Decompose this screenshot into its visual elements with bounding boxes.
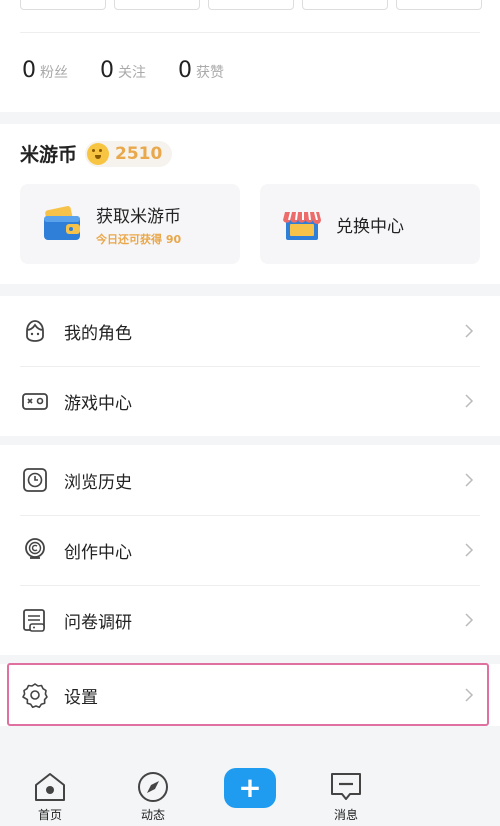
exchange-center-button[interactable]: 兑换中心: [260, 184, 480, 264]
coin-balance: 2510: [85, 140, 173, 167]
survey-icon: [20, 605, 50, 635]
profile-tag[interactable]: [208, 0, 294, 10]
coin-card: 米游币 2510 获取米游币 今日还可获得 90 兑换中心: [0, 124, 500, 284]
menu-label: 我的角色: [64, 323, 132, 344]
stat-value: 0: [22, 58, 36, 83]
menu-item-creator-center[interactable]: 创作中心: [0, 515, 500, 585]
tab-feed[interactable]: 动态: [123, 770, 183, 823]
plus-icon: +: [238, 771, 262, 804]
gear-icon: [20, 680, 50, 710]
menu-group: 设置: [0, 664, 500, 726]
menu-label: 创作中心: [64, 542, 132, 563]
earn-coins-title: 获取米游币: [96, 206, 181, 227]
stat-label: 获赞: [196, 65, 224, 81]
profile-card: 0 粉丝 0 关注 0 获赞: [0, 0, 500, 112]
coin-title: 米游币: [20, 144, 78, 166]
chevron-right-icon: [465, 688, 474, 702]
stat-value: 0: [178, 58, 192, 83]
exchange-center-title: 兑换中心: [336, 216, 404, 237]
gamepad-icon: [20, 386, 50, 416]
tab-label: 消息: [333, 808, 358, 822]
profile-tag[interactable]: [302, 0, 388, 10]
divider: [20, 32, 480, 33]
copyright-icon: [20, 535, 50, 565]
menu-item-game-center[interactable]: 游戏中心: [0, 366, 500, 436]
tab-home[interactable]: 首页: [20, 770, 80, 823]
menu-label: 游戏中心: [64, 393, 132, 414]
profile-tag[interactable]: [20, 0, 106, 10]
compass-icon: [138, 772, 168, 802]
profile-tag[interactable]: [114, 0, 200, 10]
tab-label: 首页: [37, 808, 62, 822]
menu-label: 问卷调研: [64, 612, 132, 633]
stat-likes[interactable]: 0 获赞: [178, 58, 224, 83]
character-icon: [20, 316, 50, 346]
post-button[interactable]: +: [224, 768, 276, 808]
chevron-right-icon: [465, 473, 474, 487]
home-icon: [35, 773, 65, 801]
profile-stats: 0 粉丝 0 关注 0 获赞: [22, 58, 256, 83]
tab-messages[interactable]: 消息: [316, 770, 376, 823]
menu-label: 设置: [64, 687, 98, 708]
coin-header: 米游币 2510: [20, 140, 173, 167]
tab-label: 动态: [140, 808, 165, 822]
coin-icon: [87, 142, 110, 165]
menu-label: 浏览历史: [64, 472, 132, 493]
clock-icon: [20, 465, 50, 495]
menu-item-browsing-history[interactable]: 浏览历史: [0, 445, 500, 515]
bottom-tab-bar: 首页 动态 + 消息: [0, 762, 500, 826]
shop-icon: [283, 211, 321, 240]
stat-label: 关注: [118, 65, 146, 81]
chevron-right-icon: [465, 394, 474, 408]
chevron-right-icon: [465, 613, 474, 627]
message-icon: [331, 773, 361, 800]
menu-item-settings[interactable]: 设置: [0, 664, 500, 726]
menu-group: 浏览历史 创作中心 问卷调研: [0, 445, 500, 655]
menu-item-my-characters[interactable]: 我的角色: [0, 296, 500, 366]
stat-label: 粉丝: [40, 65, 68, 81]
chevron-right-icon: [465, 324, 474, 338]
menu-group: 我的角色 游戏中心: [0, 296, 500, 436]
earn-coins-subtitle: 今日还可获得 90: [96, 232, 182, 246]
earn-coins-button[interactable]: 获取米游币 今日还可获得 90: [20, 184, 240, 264]
chevron-right-icon: [465, 543, 474, 557]
menu-item-survey[interactable]: 问卷调研: [0, 585, 500, 655]
stat-value: 0: [100, 58, 114, 83]
stat-followers[interactable]: 0 粉丝: [22, 58, 68, 83]
stat-following[interactable]: 0 关注: [100, 58, 146, 83]
profile-tag[interactable]: [396, 0, 482, 10]
tag-row: [20, 0, 482, 10]
coin-amount: 2510: [115, 143, 163, 164]
wallet-icon: [44, 206, 80, 240]
